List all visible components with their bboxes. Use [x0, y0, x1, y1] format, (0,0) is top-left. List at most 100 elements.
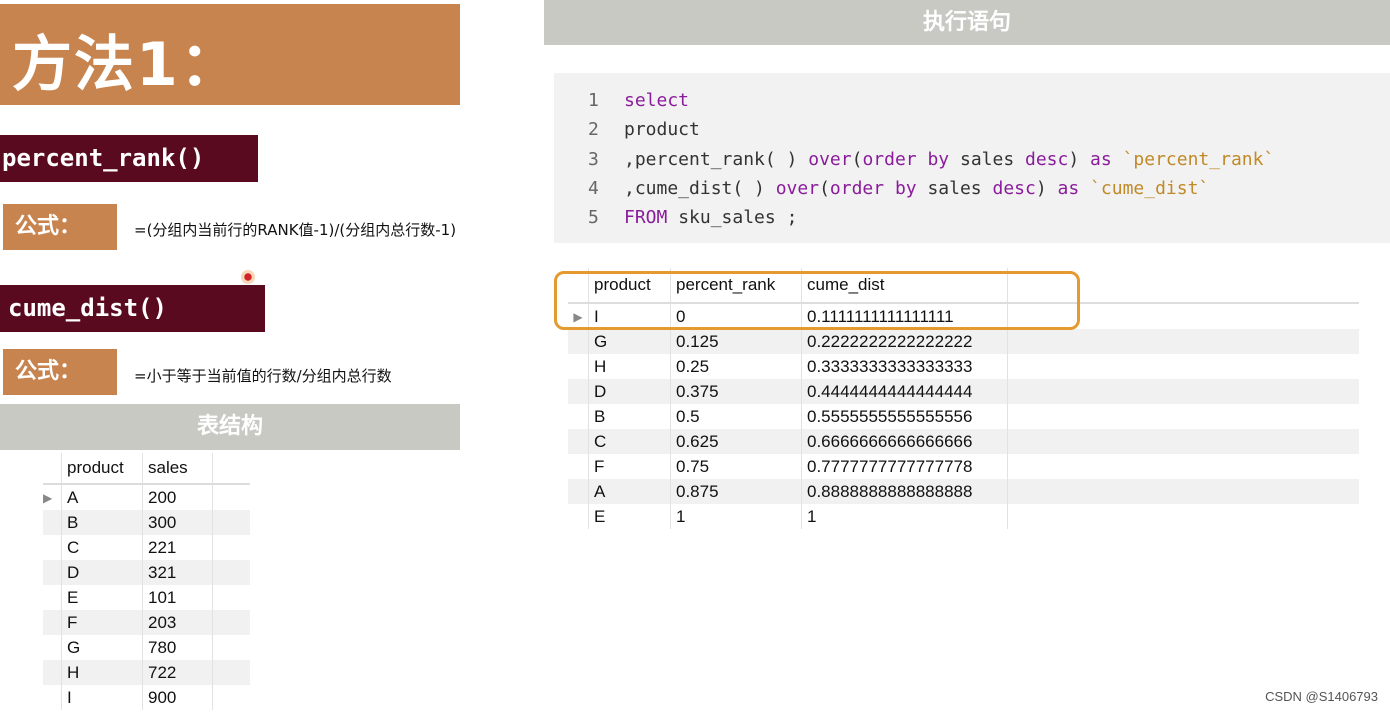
cell-cume-dist[interactable]: 0.2222222222222222: [801, 329, 1008, 354]
code-line-1[interactable]: 1 select: [588, 90, 689, 111]
keyword-order-by: order by: [862, 149, 950, 170]
cell-product[interactable]: D: [61, 560, 143, 585]
result-row[interactable]: A 0.875 0.8888888888888888: [568, 479, 1359, 504]
page-title: 方法1：: [12, 30, 242, 100]
cell-cume-dist[interactable]: 1: [801, 504, 1008, 529]
cell-product[interactable]: H: [61, 660, 143, 685]
keyword-order-by: order by: [829, 178, 917, 199]
cell-cume-dist[interactable]: 0.8888888888888888: [801, 479, 1008, 504]
keyword-over: over: [808, 149, 852, 170]
code-line-2[interactable]: 2 product: [588, 119, 700, 140]
keyword-over: over: [775, 178, 820, 199]
formula-label-2: 公式：: [3, 349, 117, 395]
cell-product[interactable]: I: [61, 685, 143, 710]
code-text: sales: [916, 178, 993, 199]
cume-dist-function-label: cume_dist(): [0, 285, 265, 332]
column-header-filler: [212, 453, 250, 485]
sql-code-editor[interactable]: 1 select 2 product 3 ,percent_rank( ) over(…: [554, 73, 1390, 243]
cell-percent-rank[interactable]: 0.375: [670, 379, 802, 404]
code-line-3[interactable]: 3 ,percent_rank( ) over(order by sales de…: [588, 149, 1274, 170]
cell-sales[interactable]: 780: [142, 635, 213, 660]
code-text: ,percent_rank( ): [624, 149, 809, 170]
keyword-desc: desc: [992, 178, 1036, 199]
table-row[interactable]: G 780: [43, 635, 250, 660]
cell-sales[interactable]: 203: [142, 610, 213, 635]
cell-cume-dist[interactable]: 0.6666666666666666: [801, 429, 1008, 454]
cell-product[interactable]: A: [61, 484, 143, 510]
percent-rank-function-label: percent_rank(): [0, 135, 258, 182]
column-header-product[interactable]: product: [61, 453, 143, 485]
table-row[interactable]: F 203: [43, 610, 250, 635]
cell-product[interactable]: B: [588, 404, 671, 429]
cell-sales[interactable]: 300: [142, 510, 213, 535]
alias-string: `cume_dist`: [1079, 178, 1210, 199]
cell-percent-rank[interactable]: 0.875: [670, 479, 802, 504]
cell-sales[interactable]: 900: [142, 685, 213, 710]
result-row[interactable]: D 0.375 0.4444444444444444: [568, 379, 1359, 404]
column-header-sales[interactable]: sales: [142, 453, 213, 485]
cell-cume-dist[interactable]: 0.7777777777777778: [801, 454, 1008, 479]
result-row[interactable]: B 0.5 0.5555555555555556: [568, 404, 1359, 429]
table-row[interactable]: C 221: [43, 535, 250, 560]
result-row[interactable]: E11: [568, 504, 1359, 529]
table-row[interactable]: H 722: [43, 660, 250, 685]
code-text: sales: [949, 149, 1025, 170]
cell-sales[interactable]: 722: [142, 660, 213, 685]
result-row[interactable]: H 0.25 0.3333333333333333: [568, 354, 1359, 379]
cell-percent-rank[interactable]: 0.25: [670, 354, 802, 379]
execute-statement-header: 执行语句: [544, 0, 1390, 45]
result-row[interactable]: F 0.75 0.7777777777777778: [568, 454, 1359, 479]
cell-product[interactable]: C: [588, 429, 671, 454]
table-row[interactable]: E 101: [43, 585, 250, 610]
watermark: CSDN @S1406793: [1265, 689, 1378, 704]
cell-product[interactable]: G: [588, 329, 671, 354]
current-row-arrow-icon: ▶: [43, 484, 62, 510]
cell-percent-rank[interactable]: 1: [670, 504, 802, 529]
cell-product[interactable]: D: [588, 379, 671, 404]
sku-sales-table: product sales ▶ A 200 B 300 C 221 D 321 E 101 …: [43, 453, 250, 710]
formula-text-1: =(分组内当前行的RANK值-1)/(分组内总行数-1): [134, 221, 457, 239]
cell-product[interactable]: B: [61, 510, 143, 535]
cell-sales[interactable]: 221: [142, 535, 213, 560]
formula-text-2: =小于等于当前值的行数/分组内总行数: [134, 367, 392, 385]
line-number: 3: [588, 149, 599, 170]
cell-cume-dist[interactable]: 0.4444444444444444: [801, 379, 1008, 404]
table-row[interactable]: D 321: [43, 560, 250, 585]
line-number: 2: [588, 119, 599, 140]
cell-product[interactable]: A: [588, 479, 671, 504]
cell-product[interactable]: E: [588, 504, 671, 529]
table-row[interactable]: B 300: [43, 510, 250, 535]
cell-product[interactable]: G: [61, 635, 143, 660]
cell-product[interactable]: F: [588, 454, 671, 479]
code-text: (: [851, 149, 863, 170]
line-number: 5: [588, 207, 599, 228]
keyword-select: select: [624, 90, 690, 111]
cell-cume-dist[interactable]: 0.5555555555555556: [801, 404, 1008, 429]
cell-cume-dist[interactable]: 0.3333333333333333: [801, 354, 1008, 379]
result-row[interactable]: C 0.625 0.6666666666666666: [568, 429, 1359, 454]
cell-sales[interactable]: 200: [142, 484, 213, 510]
cell-percent-rank[interactable]: 0.625: [670, 429, 802, 454]
cell-sales[interactable]: 321: [142, 560, 213, 585]
cell-percent-rank[interactable]: 0.75: [670, 454, 802, 479]
code-text: sku_sales ;: [667, 207, 798, 228]
keyword-from: FROM: [624, 207, 668, 228]
table-row[interactable]: I 900: [43, 685, 250, 710]
keyword-desc: desc: [1025, 149, 1069, 170]
code-line-5[interactable]: 5 FROM sku_sales ;: [588, 207, 797, 228]
pointer-dot-icon: [241, 270, 255, 284]
result-row[interactable]: G 0.125 0.2222222222222222: [568, 329, 1359, 354]
cell-product[interactable]: F: [61, 610, 143, 635]
table-row[interactable]: ▶ A 200: [43, 484, 250, 510]
cell-sales[interactable]: 101: [142, 585, 213, 610]
cell-product[interactable]: E: [61, 585, 143, 610]
code-line-4[interactable]: 4 ,cume_dist( ) over(order by sales desc)…: [588, 178, 1209, 199]
alias-string: `percent_rank`: [1111, 149, 1275, 170]
code-text: ,cume_dist( ): [624, 178, 776, 199]
table-structure-header: 表结构: [0, 404, 460, 450]
cell-product[interactable]: H: [588, 354, 671, 379]
formula-label-1: 公式：: [3, 204, 117, 250]
cell-percent-rank[interactable]: 0.5: [670, 404, 802, 429]
cell-product[interactable]: C: [61, 535, 143, 560]
cell-percent-rank[interactable]: 0.125: [670, 329, 802, 354]
